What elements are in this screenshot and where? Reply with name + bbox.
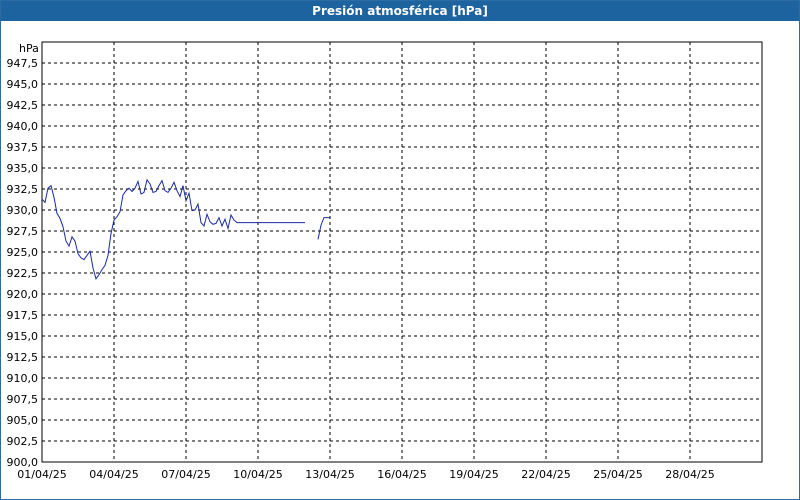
y-tick-label: 910,0 xyxy=(7,372,39,385)
x-tick-label: 07/04/25 xyxy=(161,468,210,481)
y-tick-label: 942,5 xyxy=(7,99,39,112)
x-tick-label: 19/04/25 xyxy=(449,468,498,481)
x-tick-label: 04/04/25 xyxy=(89,468,138,481)
y-tick-label: 937,5 xyxy=(7,141,39,154)
y-tick-label: 917,5 xyxy=(7,309,39,322)
y-tick-label: 925,0 xyxy=(7,246,39,259)
x-tick-label: 16/04/25 xyxy=(377,468,426,481)
y-tick-label: 922,5 xyxy=(7,267,39,280)
y-tick-label: 902,5 xyxy=(7,435,39,448)
y-tick-label: 935,0 xyxy=(7,162,39,175)
chart-window: Presión atmosférica [hPa] hPa 900,0 902,5… xyxy=(0,0,800,500)
x-tick-label: 01/04/25 xyxy=(17,468,66,481)
y-tick-label: 920,0 xyxy=(7,288,39,301)
x-tick-label: 25/04/25 xyxy=(593,468,642,481)
y-tick-label: 932,5 xyxy=(7,183,39,196)
y-tick-label: 947,5 xyxy=(7,57,39,70)
y-tick-label: 930,0 xyxy=(7,204,39,217)
y-tick-label: 940,0 xyxy=(7,120,39,133)
y-tick-label: 905,0 xyxy=(7,414,39,427)
y-tick-label: 912,5 xyxy=(7,351,39,364)
y-tick-label: 927,5 xyxy=(7,225,39,238)
y-tick-label: 945,0 xyxy=(7,78,39,91)
pressure-chart: hPa 900,0902,5905,0907,5910,0912,5915,09… xyxy=(7,41,763,481)
window-title: Presión atmosférica [hPa] xyxy=(1,1,799,21)
x-tick-label: 10/04/25 xyxy=(233,468,282,481)
x-tick-label: 13/04/25 xyxy=(305,468,354,481)
y-tick-label: 915,0 xyxy=(7,330,39,343)
x-tick-label: 28/04/25 xyxy=(665,468,714,481)
x-tick-label: 22/04/25 xyxy=(521,468,570,481)
y-axis-unit-label: hPa xyxy=(19,42,39,55)
y-tick-label: 907,5 xyxy=(7,393,39,406)
